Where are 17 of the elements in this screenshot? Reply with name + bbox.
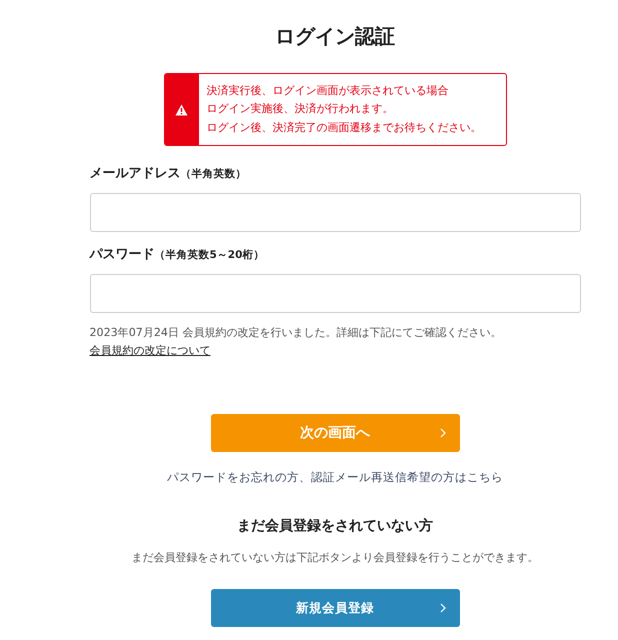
notice-text: 2023年07月24日 会員規約の改定を行いました。詳細は下記にてご確認ください。 — [90, 325, 502, 341]
alert-message: 決済実行後、ログイン画面が表示されている場合 — [206, 82, 450, 99]
input-field[interactable] — [90, 193, 580, 232]
warning-icon — [175, 104, 188, 116]
field-label: メールアドレス（半角英数） — [90, 165, 248, 183]
alert-message: ログイン後、決済完了の画面遷移までお待ちください。 — [206, 120, 482, 136]
alert-message: ログイン実施後、決済が行われます。 — [206, 101, 394, 118]
forgot-password-link[interactable]: パスワードをお忘れの方、認証メール再送信希望の方はこちら — [167, 468, 503, 486]
page-title: ログイン認証 — [275, 23, 395, 50]
register-button[interactable]: 新規会員登録 — [210, 589, 460, 627]
chevron-right-icon — [440, 428, 446, 438]
input-field[interactable] — [90, 274, 580, 313]
register-text: まだ会員登録をされていない方は下記ボタンより会員登録を行うことができます。 — [132, 550, 538, 566]
section-heading: まだ会員登録をされていない方 — [237, 516, 433, 536]
terms-link[interactable]: 会員規約の改定について — [90, 342, 210, 360]
field-label: パスワード（半角英数5～20桁） — [90, 246, 266, 264]
chevron-right-icon — [440, 603, 446, 613]
